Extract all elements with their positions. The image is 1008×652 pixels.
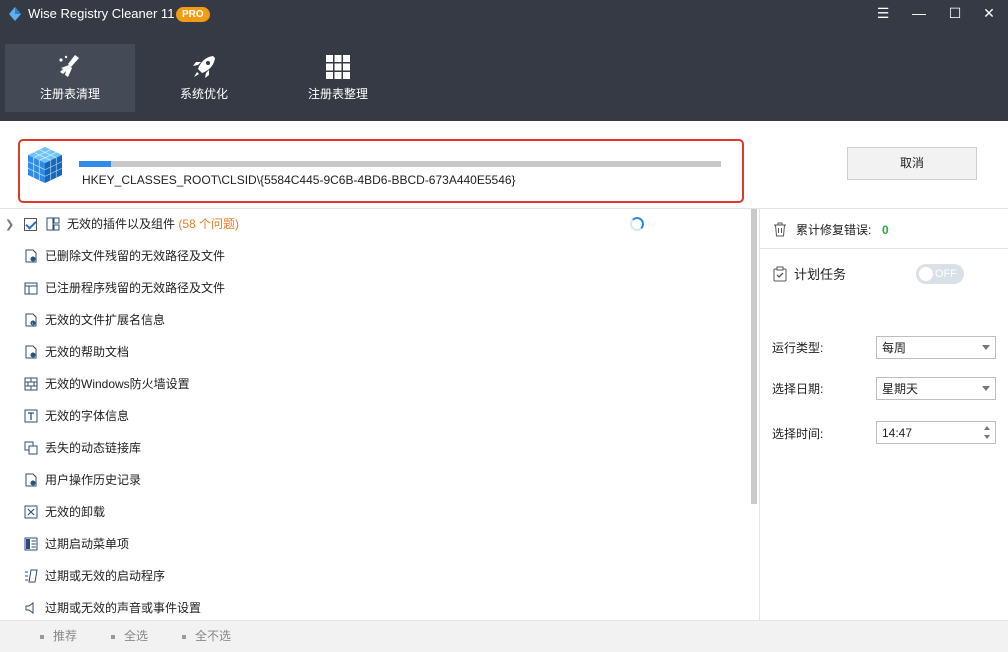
minimize-button[interactable]: — (902, 0, 936, 26)
scan-progress-fill (79, 161, 112, 167)
fixed-errors-label: 累计修复错误: (796, 223, 872, 237)
svg-text:!: ! (32, 321, 33, 326)
sound-icon (25, 602, 34, 614)
item-label: 无效的Windows防火墙设置 (45, 377, 190, 391)
date-select[interactable]: 星期天 (876, 377, 996, 400)
time-value: 14:47 (882, 426, 913, 440)
spin-down-icon[interactable] (984, 435, 990, 439)
tab-label: 系统优化 (179, 87, 228, 101)
item-label: 过期启动菜单项 (45, 537, 130, 551)
recommend-link[interactable]: 推荐 (40, 629, 77, 644)
help-doc-icon (25, 345, 37, 359)
item-label: 丢失的动态链接库 (45, 441, 142, 455)
rocket-icon (193, 56, 215, 78)
footer-bar: 推荐 全选 全不选 (0, 620, 1008, 652)
toggle-state-label: OFF (935, 268, 957, 280)
date-label: 选择日期: (772, 382, 824, 396)
trash-icon (774, 222, 786, 237)
scan-progress-panel: HKEY_CLASSES_ROOT\CLSID\{5584C445-9C6B-4… (18, 139, 744, 203)
time-input[interactable]: 14:47 (876, 421, 996, 444)
item-label: 无效的文件扩展名信息 (45, 313, 166, 327)
list-item[interactable]: 用户操作历史记录 (0, 465, 740, 497)
scan-category-list: ❯ 无效的插件以及组件 (58 个问题) 已删除文件残留的无效路径及文件 已注册… (0, 209, 752, 620)
item-label: 无效的帮助文档 (45, 345, 130, 359)
startup-icon (25, 569, 38, 583)
list-item[interactable]: 过期或无效的声音或事件设置 (0, 593, 740, 620)
scan-progress-bar (79, 161, 721, 167)
broom-icon (59, 55, 79, 77)
grid-icon (326, 55, 350, 79)
clipboard-check-icon (773, 266, 787, 282)
fixed-errors-value: 0 (882, 223, 889, 237)
list-item[interactable]: 无效的Windows防火墙设置 (0, 369, 740, 401)
spin-up-icon[interactable] (984, 426, 990, 430)
list-item[interactable]: 无效的字体信息 (0, 401, 740, 433)
toggle-knob (919, 267, 933, 281)
title-bar: Wise Registry Cleaner 11 PRO ☰ — ☐ ✕ (0, 0, 1008, 28)
fixed-errors-row: 累计修复错误: 0 (760, 209, 1008, 249)
list-item[interactable]: 无效的卸载 (0, 497, 740, 529)
chevron-down-icon (982, 386, 990, 391)
run-type-label: 运行类型: (772, 341, 824, 355)
item-label: 用户操作历史记录 (45, 473, 142, 487)
close-button[interactable]: ✕ (972, 0, 1006, 26)
list-item[interactable]: 过期或无效的启动程序 (0, 561, 740, 593)
list-item[interactable]: ❯ 无效的插件以及组件 (58 个问题) (0, 209, 740, 241)
list-scrollbar[interactable] (751, 209, 757, 504)
item-label: 无效的卸载 (45, 505, 106, 519)
app-logo-icon (9, 7, 21, 21)
list-item[interactable]: 过期启动菜单项 (0, 529, 740, 561)
dll-icon (24, 441, 38, 455)
run-type-select[interactable]: 每周 (876, 336, 996, 359)
tab-label: 注册表整理 (307, 87, 368, 101)
list-item[interactable]: 丢失的动态链接库 (0, 433, 740, 465)
run-type-value: 每周 (882, 341, 907, 355)
tab-label: 注册表清理 (39, 87, 100, 101)
component-icon (46, 217, 60, 231)
menu-icon[interactable]: ☰ (866, 0, 900, 26)
item-label: 过期或无效的声音或事件设置 (45, 601, 202, 615)
maximize-button[interactable]: ☐ (938, 0, 972, 26)
tab-system-optimize[interactable]: 系统优化 (139, 44, 269, 112)
file-path-icon (25, 249, 37, 263)
item-label: 已删除文件残留的无效路径及文件 (45, 249, 226, 263)
item-label: 过期或无效的启动程序 (45, 569, 166, 583)
cancel-button[interactable]: 取消 (847, 147, 977, 180)
loading-spinner-icon (630, 217, 644, 231)
registry-cube-icon (27, 147, 63, 183)
item-label: 已注册程序残留的无效路径及文件 (45, 281, 226, 295)
select-all-link[interactable]: 全选 (111, 629, 148, 644)
item-label: 无效的字体信息 (45, 409, 130, 423)
date-value: 星期天 (882, 382, 919, 396)
item-label: 无效的插件以及组件 (58 个问题) (67, 217, 240, 231)
list-item[interactable]: 已注册程序残留的无效路径及文件 (0, 273, 740, 305)
app-title: Wise Registry Cleaner 11 (28, 6, 175, 21)
schedule-label: 计划任务 (794, 267, 847, 282)
firewall-icon (24, 377, 38, 391)
program-path-icon (24, 282, 38, 295)
schedule-toggle[interactable]: OFF (916, 264, 964, 284)
file-extension-icon: ! (25, 313, 37, 327)
history-icon (25, 473, 37, 487)
start-menu-icon (24, 537, 38, 551)
pro-badge: PRO (176, 7, 210, 22)
app-header: Wise Registry Cleaner 11 PRO ☰ — ☐ ✕ 注册表… (0, 0, 1008, 121)
select-none-link[interactable]: 全不选 (182, 629, 231, 644)
time-label: 选择时间: (772, 427, 824, 441)
item-checkbox[interactable] (24, 218, 37, 231)
chevron-right-icon[interactable]: ❯ (5, 218, 14, 231)
list-item[interactable]: 无效的帮助文档 (0, 337, 740, 369)
list-item[interactable]: 已删除文件残留的无效路径及文件 (0, 241, 740, 273)
issue-count: (58 个问题) (178, 217, 240, 231)
tab-registry-clean[interactable]: 注册表清理 (5, 44, 135, 112)
list-item[interactable]: ! 无效的文件扩展名信息 (0, 305, 740, 337)
chevron-down-icon (982, 345, 990, 350)
font-icon (24, 409, 38, 423)
scan-current-path: HKEY_CLASSES_ROOT\CLSID\{5584C445-9C6B-4… (82, 173, 516, 187)
right-panel: 累计修复错误: 0 计划任务 OFF 运行类型: 每周 选择日期: 星期天 选择… (760, 209, 1008, 620)
tab-registry-defrag[interactable]: 注册表整理 (273, 44, 403, 112)
uninstall-icon (24, 505, 38, 519)
